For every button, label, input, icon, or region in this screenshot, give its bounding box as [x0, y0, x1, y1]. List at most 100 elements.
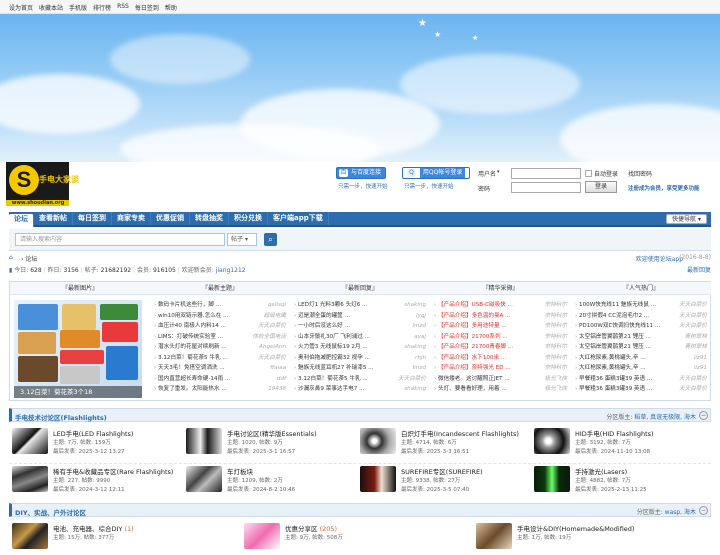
topic-row[interactable]: › 国内直营超长寿命硬-14雨 ... ddf — [154, 374, 286, 385]
forum-last-post[interactable]: 最后发表: 2024-8-2 10:46 — [227, 485, 295, 493]
forum-name[interactable]: HID手电(HID Flashlights) — [575, 428, 654, 438]
reply-row[interactable]: › 魅族无线蓝耳机27 补瑞漆5 ... lmzd — [294, 363, 426, 374]
thread-author[interactable]: shaking — [404, 300, 426, 311]
digest-row[interactable]: › 【产品介绍】多色温的曼A ... 奈特科尔 — [434, 311, 567, 322]
hot-row[interactable]: › 早餐粗36 蛋糕3罐39 英语 ... 天天白菜价 — [575, 384, 707, 395]
reply-row[interactable]: › 山本牙鬃礼30厂 飞利浦过 ... ayaj — [294, 332, 426, 343]
topic-row[interactable]: › 潜水头灯的花屋对续刷新 ... AngelAnn — [154, 342, 286, 353]
thread-author[interactable]: liz91 — [694, 353, 707, 364]
thread-title[interactable]: 太空铝岸管翼鹊第21 锂压 ... — [579, 344, 651, 350]
thread-title[interactable]: 100W快充线11 魅族无线鼠 ... — [579, 302, 656, 308]
thread-author[interactable]: 超级电鹰 — [264, 311, 286, 322]
thread-author[interactable]: ddf — [277, 374, 286, 385]
forum-item[interactable]: 车灯板块 主题: 1209, 帖数: 2万 最后发表: 2024-8-2 10:46 — [186, 464, 358, 498]
thread-author[interactable]: AngelAnn — [259, 342, 286, 353]
thread-author[interactable]: 天天白菜价 — [679, 300, 707, 311]
thread-author[interactable]: 奈特科尔 — [545, 300, 567, 311]
featured-image[interactable]: 3.12白菜！菊花茶3个18 — [14, 300, 142, 398]
thread-author[interactable]: ffaiaa — [270, 363, 286, 374]
topic-row[interactable]: › 血压计40 南极人内料14 ... 天天白菜价 — [154, 321, 286, 332]
thread-title[interactable]: 3.12白菜！菊花茶5 牛乳 ... — [298, 376, 368, 382]
hot-row[interactable]: › PD100W双C快调扫快充线11 ... 天天白菜价 — [575, 321, 707, 332]
thread-title[interactable]: 3.12白菜！菊花茶5 牛乳 ... — [158, 355, 228, 361]
thread-author[interactable]: shaking — [404, 342, 426, 353]
reply-row[interactable]: › 迈是潮全蛋的罐筐 ... lyqj — [294, 311, 426, 322]
forum-item[interactable]: 手电讨论区(精华版Essentials) 主题: 1020, 帖数: 9万 最后发表… — [186, 426, 358, 460]
forum-thumbnail[interactable] — [12, 523, 48, 549]
collapse-icon[interactable]: − — [699, 506, 708, 515]
topic-row[interactable]: › 3.12白菜！菊花茶5 牛乳 ... 天天白菜价 — [154, 353, 286, 364]
thread-title[interactable]: 天天3毛！免搭空调洒洗 ... — [158, 365, 225, 371]
reply-row[interactable]: › LED灯1 光料3颗6 头灯6 ... shaking — [294, 300, 426, 311]
forum-last-post[interactable]: 最后发表: 2025-3-12 13:27 — [53, 447, 125, 455]
section-title[interactable]: 手电技术讨论区(Flashlights) — [15, 412, 107, 422]
forum-last-post[interactable]: 最后发表: 2025-3-1 16:57 — [227, 447, 295, 455]
forum-thumbnail[interactable] — [186, 466, 222, 492]
forum-thumbnail[interactable] — [360, 466, 396, 492]
digest-row[interactable]: › 【产品介绍】水下100米 ... 奈特科尔 — [434, 353, 567, 364]
forum-thumbnail[interactable] — [12, 466, 48, 492]
digest-row[interactable]: › 【产品介绍】USB-C磁吸快 ... 奈特科尔 — [434, 300, 567, 311]
login-button[interactable]: 登录 — [585, 181, 617, 193]
thread-author[interactable]: ayaj — [414, 332, 426, 343]
tab-latest-replies[interactable]: 『最新回复』 — [290, 282, 430, 295]
site-logo[interactable]: S 手电大家谈 www.shoudian.org — [6, 162, 79, 206]
thread-title[interactable]: 一小时后没这么好 ... — [298, 323, 350, 329]
latest-reply-link[interactable]: 最新回复 — [687, 265, 711, 274]
daily-checkin-link[interactable]: 每日签到 — [135, 3, 159, 12]
forum-item[interactable]: 白炽灯手电(Incandescent Flashlights) 主题: 4714,… — [360, 426, 532, 460]
app-welcome-link[interactable]: 欢迎使用论坛app — [636, 254, 683, 263]
thread-title[interactable]: 【产品介绍】21700青春脚 ... — [438, 344, 513, 350]
search-scope-select[interactable]: 帖子 ▾ — [227, 233, 257, 246]
thread-author[interactable]: 天天白菜价 — [679, 311, 707, 322]
thread-author[interactable]: 奈特科尔 — [545, 363, 567, 374]
forum-name[interactable]: 手电设计&DIY(Homemade&Modified) — [517, 523, 634, 533]
username-dropdown-icon[interactable]: ▾ — [497, 169, 500, 175]
topic-row[interactable]: › 数码卡片机这些行，脚 ... qellsqi — [154, 300, 286, 311]
forum-last-post[interactable]: 最后发表: 2025-3-3 16:51 — [401, 447, 469, 455]
forum-name[interactable]: 优惠分享区 (205) — [285, 523, 337, 533]
thread-title[interactable]: 火力管3 无线鼠标19 2月 ... — [298, 344, 368, 350]
thread-title[interactable]: 【产品介绍】多色温的曼A ... — [438, 313, 510, 319]
thread-author[interactable]: 极光飞侠 — [545, 384, 567, 395]
tab-hot[interactable]: 『人气热门』 — [571, 282, 711, 295]
password-input[interactable] — [511, 182, 581, 193]
bookmark-link[interactable]: 收藏本站 — [39, 3, 63, 12]
forum-name[interactable]: 手持激光(Lasers) — [575, 466, 627, 476]
tab-digest[interactable]: 『精华采撷』 — [430, 282, 571, 295]
thread-title[interactable]: 20寸拼假4 CC泥泡毛巾2 ... — [579, 313, 649, 319]
forgot-password-link[interactable]: 找回密码 — [628, 169, 652, 178]
forum-item[interactable]: LED手电(LED Flashlights) 主题: 7万, 帖数: 159万 最后… — [12, 426, 184, 460]
forum-name[interactable]: 手电讨论区(精华版Essentials) — [227, 428, 317, 438]
forum-item[interactable]: SUREFIRE专区(SUREFIRE) 主题: 9338, 帖数: 27万 最后发… — [360, 464, 532, 498]
set-homepage-link[interactable]: 设为首页 — [9, 3, 33, 12]
thread-author[interactable]: 奈特科尔 — [545, 332, 567, 343]
forum-thumbnail[interactable] — [12, 428, 48, 454]
thread-author[interactable]: qellsqi — [268, 300, 286, 311]
nav-forum[interactable]: 论坛 — [9, 214, 34, 227]
thread-title[interactable]: 【产品介绍】水下100米 ... — [438, 355, 506, 361]
hot-row[interactable]: › 100W快充线11 魅族无线鼠 ... 天天白菜价 — [575, 300, 707, 311]
nav-app-download[interactable]: 客户端app下载 — [268, 212, 329, 225]
search-input[interactable]: 请输入搜索内容 — [15, 233, 225, 246]
nav-new-posts[interactable]: 查看新帖 — [34, 212, 73, 225]
thread-author[interactable]: 极光飞侠 — [545, 374, 567, 385]
forum-thumbnail[interactable] — [534, 466, 570, 492]
nav-promotions[interactable]: 优惠促销 — [151, 212, 190, 225]
hot-row[interactable]: › 20寸拼假4 CC泥泡毛巾2 ... 天天白菜价 — [575, 311, 707, 322]
nav-checkin[interactable]: 每日签到 — [73, 212, 112, 225]
thread-title[interactable]: 血压计40 南极人内料14 ... — [158, 323, 226, 329]
topic-row[interactable]: › 天天3毛！免搭空调洒洗 ... ffaiaa — [154, 363, 286, 374]
thread-author[interactable]: lmzd — [413, 321, 427, 332]
thread-title[interactable]: 恢复了重发。太阳能热水 ... — [158, 386, 227, 392]
forum-name[interactable]: 电池、充电器、综合DIY (1) — [53, 523, 134, 533]
forum-last-post[interactable]: 最后发表: 2024-11-10 13:08 — [575, 447, 650, 455]
thread-author[interactable]: 天天白菜价 — [258, 321, 286, 332]
hot-row[interactable]: › 太空铝岸管翼鹊第21 锂压 ... 青树翠林 — [575, 342, 707, 353]
thread-author[interactable]: 奈特科尔 — [545, 353, 567, 364]
tab-latest-topics[interactable]: 『最新主题』 — [150, 282, 290, 295]
thread-title[interactable]: 潜水头灯的花屋对续刷新 ... — [158, 344, 227, 350]
reply-row[interactable]: › 沙漏灰鼻9 荣事达手电7 ... shaking — [294, 384, 426, 395]
thread-title[interactable]: 魅族无线蓝耳机27 补瑞漆5 ... — [298, 365, 374, 371]
reply-row[interactable]: › 3.12白菜！菊花茶5 牛乳 ... 天天白菜价 — [294, 374, 426, 385]
